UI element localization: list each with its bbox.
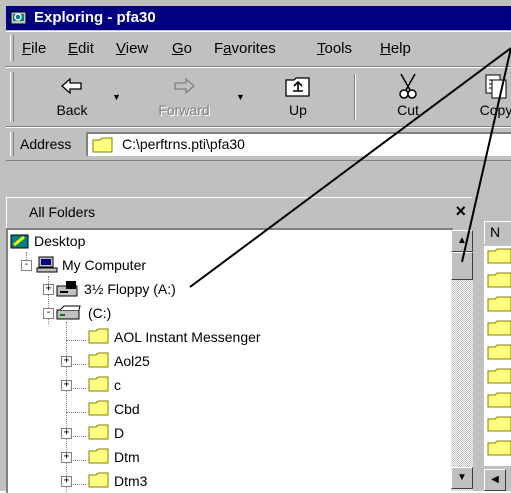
menu-view[interactable]: View [116,40,148,57]
menu-bar: File Edit View Go Favorites Tools Help [6,31,511,67]
column-header-label: N [490,224,501,240]
tree-line [66,412,86,413]
folder-pane-header: All Folders × [6,197,472,228]
expand-toggle[interactable]: + [61,476,72,487]
scroll-left-button[interactable]: ◀ [484,469,506,491]
title-bar[interactable]: Exploring - pfa30 [6,6,511,30]
close-icon[interactable]: × [455,201,466,222]
forward-button[interactable]: Forward [146,72,222,122]
tree-item-label: c [114,377,121,393]
scroll-thumb[interactable] [451,252,473,280]
back-button[interactable]: Back [44,72,100,122]
menu-favorites[interactable]: Favorites [214,40,276,57]
contents-list[interactable] [484,246,511,466]
forward-label: Forward [158,102,210,118]
address-field[interactable]: C:\perftrns.pti\pfa30 [86,132,511,156]
window-title: Exploring - pfa30 [34,9,156,26]
folder-icon [88,400,109,416]
forward-dropdown-arrow[interactable]: ▼ [236,92,245,102]
up-folder-icon [285,77,310,97]
tree-line [66,340,86,341]
collapse-toggle[interactable]: - [21,260,32,271]
tree-item-label: Dtm3 [114,473,148,489]
address-label: Address [20,136,72,152]
tree-item-label: (C:) [88,305,112,321]
folder-pane-title: All Folders [29,204,96,220]
toolbar-grip[interactable] [10,72,14,122]
address-bar: Address C:\perftrns.pti\pfa30 [6,127,511,161]
explorer-window: Exploring - pfa30 File Edit View Go Favo… [0,0,511,493]
copy-button[interactable]: Copy [466,72,511,122]
explorer-icon [10,11,27,25]
back-dropdown-arrow[interactable]: ▼ [112,92,121,102]
address-value: C:\perftrns.pti\pfa30 [122,136,245,152]
collapse-toggle[interactable]: - [43,308,54,319]
copy-icon [485,74,507,99]
expand-toggle[interactable]: + [61,356,72,367]
scissors-icon [399,73,417,99]
tree-item-label: Desktop [34,233,86,249]
computer-icon [36,256,58,273]
folder-icon [88,472,109,488]
expand-toggle[interactable]: + [61,428,72,439]
scroll-up-button[interactable]: ▲ [451,230,473,252]
menu-go[interactable]: Go [172,40,192,57]
standard-toolbar: Back ▼ Forward ▼ Up Cut Copy [6,67,511,127]
contents-hscrollbar[interactable]: ◀ [484,469,511,491]
tree-item-label: My Computer [62,257,147,273]
expand-toggle[interactable]: + [61,452,72,463]
menu-file[interactable]: File [22,40,46,57]
tree-line [66,322,67,492]
column-header-name[interactable]: N [484,221,511,244]
up-button[interactable]: Up [262,72,334,122]
contents-pane: N [480,197,511,491]
tree-item-label: AOL Instant Messenger [114,329,261,345]
tree-item-label: 3½ Floppy (A:) [84,281,176,297]
back-label: Back [56,102,88,118]
tree-item-label: Cbd [114,401,140,417]
expand-toggle[interactable]: + [61,380,72,391]
hard-drive-icon [56,305,81,320]
desktop-icon [10,234,29,249]
tree-item-label: Dtm [114,449,140,465]
tree-item-label: Aol25 [114,353,150,369]
folder-icon [88,328,109,344]
menu-tools[interactable]: Tools [317,40,352,57]
menu-edit[interactable]: Edit [68,40,94,57]
tree-item-label: D [114,425,125,441]
menu-grip[interactable] [10,35,14,61]
folder-icon [88,352,109,368]
up-label: Up [289,102,307,118]
address-grip[interactable] [10,132,14,156]
cut-button[interactable]: Cut [376,72,440,122]
cut-label: Cut [397,102,419,118]
menu-help[interactable]: Help [380,40,411,57]
toolbar-separator [354,74,356,120]
expand-toggle[interactable]: + [43,284,54,295]
folder-icon [92,137,113,153]
folder-icon [487,248,511,456]
folder-icon [88,448,109,464]
folder-tree-scrollbar[interactable]: ▲ ▼ [451,230,473,491]
copy-label: Copy [479,102,511,118]
forward-arrow-icon [174,77,195,95]
folder-icon [88,424,109,440]
folder-tree[interactable]: Desktop - My Computer + 3½ Floppy (A:) - [6,228,453,493]
back-arrow-icon [61,77,82,95]
floppy-drive-icon [56,281,78,297]
folder-icon [88,376,109,392]
scroll-down-button[interactable]: ▼ [451,467,473,489]
